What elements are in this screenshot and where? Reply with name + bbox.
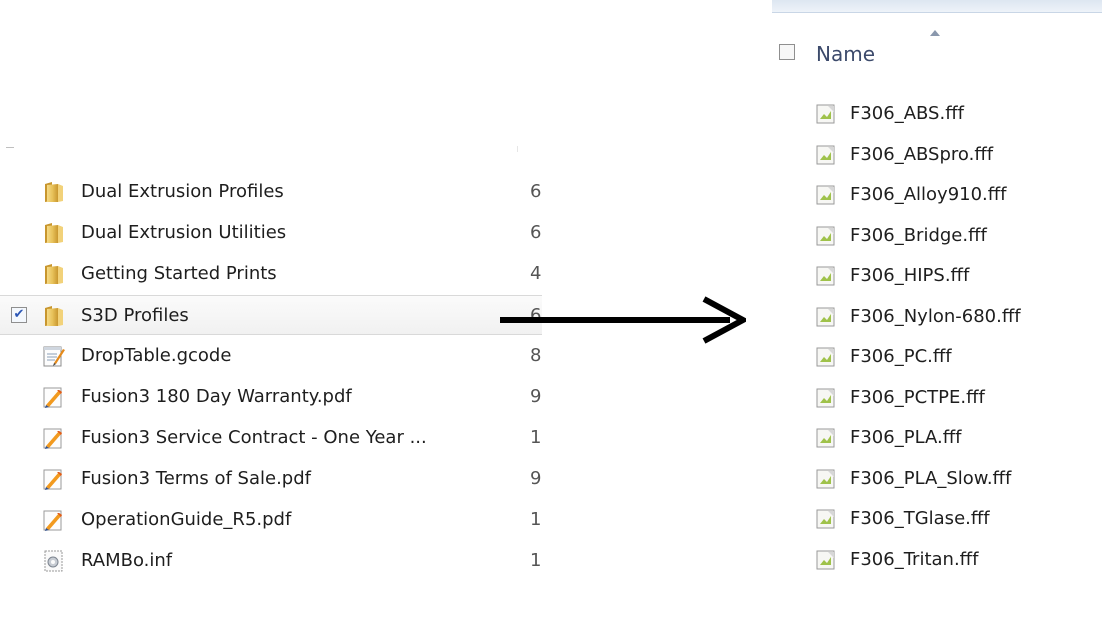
file-row[interactable]: DropTable.gcode 8 [0, 336, 542, 376]
file-size: 4 [530, 263, 542, 284]
fff-file-icon [816, 427, 836, 449]
file-row[interactable]: ✔ S3D Profiles 6 [0, 295, 542, 335]
fff-file-icon [816, 184, 836, 206]
file-name: OperationGuide_R5.pdf [81, 509, 292, 530]
file-row[interactable]: F306_PC.fff [772, 337, 1102, 377]
fff-file-icon [816, 306, 836, 328]
file-name: F306_HIPS.fff [850, 265, 970, 286]
file-row[interactable]: F306_HIPS.fff [772, 256, 1102, 296]
fff-file-icon [816, 225, 836, 247]
file-size: 1 [530, 509, 542, 530]
file-name: RAMBo.inf [81, 550, 173, 571]
file-name: F306_PCTPE.fff [850, 386, 985, 408]
fff-file-icon [816, 265, 836, 287]
file-name: Fusion3 Terms of Sale.pdf [81, 468, 311, 489]
file-row[interactable]: F306_ABSpro.fff [772, 135, 1102, 175]
gcode-file-icon [42, 345, 66, 367]
file-name: F306_Tritan.fff [850, 548, 979, 570]
file-name: F306_Alloy910.fff [850, 184, 1007, 205]
pdf-file-icon [42, 509, 66, 531]
fff-file-icon [816, 346, 836, 368]
file-row[interactable]: F306_ABS.fff [772, 94, 1102, 134]
file-row[interactable]: F306_Alloy910.fff [772, 175, 1102, 215]
fff-file-icon [816, 468, 836, 490]
file-row[interactable]: Dual Extrusion Profiles 6 [0, 172, 542, 212]
file-name: F306_PLA.fff [850, 427, 962, 448]
setup-info-file-icon [42, 550, 66, 572]
fff-file-icon [816, 387, 836, 409]
pdf-file-icon [42, 468, 66, 490]
file-size: 8 [530, 345, 542, 366]
folder-icon [42, 181, 66, 203]
file-row[interactable]: Fusion3 Terms of Sale.pdf 9 [0, 459, 542, 499]
file-row[interactable]: F306_PCTPE.fff [772, 378, 1102, 418]
file-size: 1 [530, 550, 542, 571]
file-row[interactable]: F306_Tritan.fff [772, 540, 1102, 580]
file-row[interactable]: Fusion3 Service Contract - One Year ... 1 [0, 418, 542, 458]
left-file-list: Dual Extrusion Profiles 6 Dual Extrusion … [0, 146, 542, 630]
fff-file-icon [816, 549, 836, 571]
file-name: Getting Started Prints [81, 263, 277, 284]
select-all-checkbox[interactable] [779, 44, 795, 60]
file-name: F306_Nylon-680.fff [850, 305, 1021, 327]
file-name: S3D Profiles [81, 305, 189, 326]
file-name: F306_TGlase.fff [850, 508, 990, 529]
file-row[interactable]: OperationGuide_R5.pdf 1 [0, 500, 542, 540]
file-name: Fusion3 180 Day Warranty.pdf [81, 386, 352, 407]
file-row[interactable]: F306_PLA.fff [772, 418, 1102, 458]
file-name: F306_ABSpro.fff [850, 143, 994, 165]
file-name: F306_ABS.fff [850, 103, 964, 124]
file-row[interactable]: RAMBo.inf 1 [0, 541, 542, 581]
name-column-header[interactable]: Name [816, 42, 875, 66]
column-divider [517, 146, 518, 152]
file-row[interactable]: Fusion3 180 Day Warranty.pdf 9 [0, 377, 542, 417]
file-name: F306_PC.fff [850, 346, 952, 367]
file-size: 6 [530, 222, 542, 243]
file-size: 9 [530, 386, 542, 407]
file-name: Dual Extrusion Profiles [81, 181, 284, 202]
file-size: 6 [530, 181, 542, 202]
row-checkbox[interactable]: ✔ [11, 307, 27, 323]
file-name: DropTable.gcode [81, 345, 232, 366]
file-row[interactable]: Dual Extrusion Utilities 6 [0, 213, 542, 253]
pdf-file-icon [42, 427, 66, 449]
file-name: F306_Bridge.fff [850, 224, 987, 246]
folder-icon [42, 305, 66, 327]
right-file-list: Name F306_ABS.fff F306_ABSpro.fff F306_A… [772, 0, 1102, 630]
file-row[interactable]: Getting Started Prints 4 [0, 254, 542, 294]
fff-file-icon [816, 144, 836, 166]
file-size: 1 [530, 427, 542, 448]
file-row[interactable]: F306_Nylon-680.fff [772, 297, 1102, 337]
fff-file-icon [816, 508, 836, 530]
top-divider [6, 147, 14, 148]
file-row[interactable]: F306_TGlase.fff [772, 499, 1102, 539]
right-arrow-icon [500, 296, 746, 344]
pdf-file-icon [42, 386, 66, 408]
file-size: 9 [530, 468, 542, 489]
file-name: Fusion3 Service Contract - One Year ... [81, 427, 427, 448]
fff-file-icon [816, 103, 836, 125]
address-bar-strip [772, 0, 1102, 13]
folder-icon [42, 263, 66, 285]
folder-icon [42, 222, 66, 244]
file-row[interactable]: F306_Bridge.fff [772, 216, 1102, 256]
file-name: F306_PLA_Slow.fff [850, 467, 1012, 489]
file-row[interactable]: F306_PLA_Slow.fff [772, 459, 1102, 499]
sort-ascending-icon [930, 30, 940, 36]
file-name: Dual Extrusion Utilities [81, 222, 287, 243]
